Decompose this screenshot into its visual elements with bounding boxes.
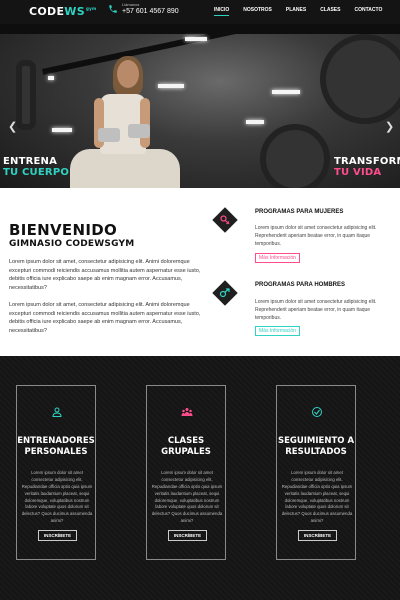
service-card-title-line: GRUPALES	[161, 446, 211, 457]
intro-paragraph: Lorem ipsum dolor sit amet, consectetur …	[9, 302, 201, 334]
program-women-icon-box	[212, 207, 238, 233]
hero-caption-left: ENTRENA TU CUERPO	[3, 156, 70, 178]
hero-figure-head	[117, 60, 139, 88]
service-card-personal: ENTRENADORES PERSONALES Lorem ipsum dolo…	[16, 385, 96, 560]
hero-light	[48, 76, 54, 80]
main-nav: INICIO NOSOTROS PLANES CLASES CONTACTO	[214, 7, 396, 16]
service-card-text: Lorem ipsum dolor sit amet consectetur a…	[151, 470, 223, 524]
hero-caption-left-color: TU CUERPO	[3, 166, 70, 178]
logo-sup: gym	[85, 6, 97, 12]
hero-figure-arm	[140, 98, 150, 148]
hero-caption-right-white: TRANSFORMA	[334, 156, 400, 167]
service-card-text: Lorem ipsum dolor sit amet consectetur a…	[281, 470, 353, 524]
service-card-title-line: CLASES	[167, 436, 205, 446]
phone-number: +57 601 4567 890	[122, 8, 179, 15]
hero-light	[158, 84, 184, 88]
logo[interactable]: CODEWSgym	[29, 5, 96, 18]
intro-section: BIENVENIDO GIMNASIO CODEWSGYM Lorem ipsu…	[0, 188, 400, 356]
service-card-title-line: ENTRENADORES	[17, 436, 95, 446]
subscribe-button[interactable]: INSCRÍBETE	[38, 530, 77, 541]
nav-item-clases[interactable]: CLASES	[320, 7, 340, 16]
program-men-more-button[interactable]: Más Información	[255, 326, 300, 336]
hero-weight-plate	[320, 34, 400, 124]
intro-paragraph: Lorem ipsum dolor sit amet, consectetur …	[9, 259, 201, 291]
logo-main: CODE	[29, 5, 65, 18]
hero-weight-rack	[16, 60, 36, 130]
program-men-text: Lorem ipsum dolor sit amet consectetur a…	[255, 299, 377, 321]
hero-caption-left-white: ENTRENA	[3, 156, 58, 167]
phone-label: Llámanos	[122, 2, 140, 7]
services-section: ENTRENADORES PERSONALES Lorem ipsum dolo…	[0, 356, 400, 600]
program-women-title: PROGRAMAS PARA MUJERES	[255, 209, 344, 215]
page: CODEWSgym Llámanos +57 601 4567 890 INIC…	[0, 0, 400, 600]
hero-beam	[0, 24, 400, 34]
hero-light	[185, 37, 207, 41]
service-card-title: SEGUIMIENTO A RESULTADOS	[277, 436, 355, 457]
group-icon	[181, 408, 193, 416]
program-men-title: PROGRAMAS PARA HOMBRES	[255, 282, 346, 288]
service-card-title-line: PERSONALES	[24, 446, 88, 457]
service-card-title-line: SEGUIMIENTO A	[277, 436, 355, 446]
service-card-results: SEGUIMIENTO A RESULTADOS Lorem ipsum dol…	[276, 385, 356, 560]
hero-caption-right-color: TU VIDA	[334, 166, 382, 178]
female-icon	[220, 215, 230, 225]
service-card-text: Lorem ipsum dolor sit amet consectetur a…	[21, 470, 93, 524]
male-icon	[219, 288, 230, 298]
nav-item-planes[interactable]: PLANES	[286, 7, 306, 16]
program-men-icon-box	[212, 280, 238, 306]
program-women-more-button[interactable]: Más Información	[255, 253, 300, 263]
subscribe-button[interactable]: INSCRÍBETE	[168, 530, 207, 541]
service-card-title: CLASES GRUPALES	[147, 436, 225, 457]
chevron-right-icon[interactable]: ❯	[385, 120, 394, 133]
hero-light	[52, 128, 72, 132]
welcome-title: BIENVENIDO	[9, 221, 118, 239]
nav-item-inicio[interactable]: INICIO	[214, 7, 230, 16]
service-card-title: ENTRENADORES PERSONALES	[17, 436, 95, 457]
dumbbell-icon	[98, 128, 120, 142]
nav-item-contacto[interactable]: CONTACTO	[354, 7, 382, 16]
hero-weight-plate	[260, 124, 330, 188]
service-card-title-line: RESULTADOS	[285, 446, 347, 457]
hero-caption-right: TRANSFORMA TU VIDA	[334, 156, 400, 178]
person-icon	[52, 407, 62, 417]
logo-accent: WS	[64, 5, 85, 18]
header: CODEWSgym Llámanos +57 601 4567 890 INIC…	[0, 0, 400, 24]
phone-contact[interactable]: Llámanos +57 601 4567 890	[108, 3, 179, 15]
chevron-left-icon[interactable]: ❮	[8, 120, 17, 133]
service-card-group: CLASES GRUPALES Lorem ipsum dolor sit am…	[146, 385, 226, 560]
welcome-subtitle: GIMNASIO CODEWSGYM	[9, 239, 135, 249]
hero-figure-legs	[70, 149, 180, 188]
nav-item-nosotros[interactable]: NOSOTROS	[243, 7, 272, 16]
subscribe-button[interactable]: INSCRÍBETE	[298, 530, 337, 541]
program-women-text: Lorem ipsum dolor sit amet consectetur a…	[255, 225, 377, 247]
check-circle-icon	[312, 407, 322, 417]
dumbbell-icon	[128, 124, 150, 138]
hero-light	[246, 120, 264, 124]
hero-light	[272, 90, 300, 94]
phone-icon	[109, 5, 117, 13]
